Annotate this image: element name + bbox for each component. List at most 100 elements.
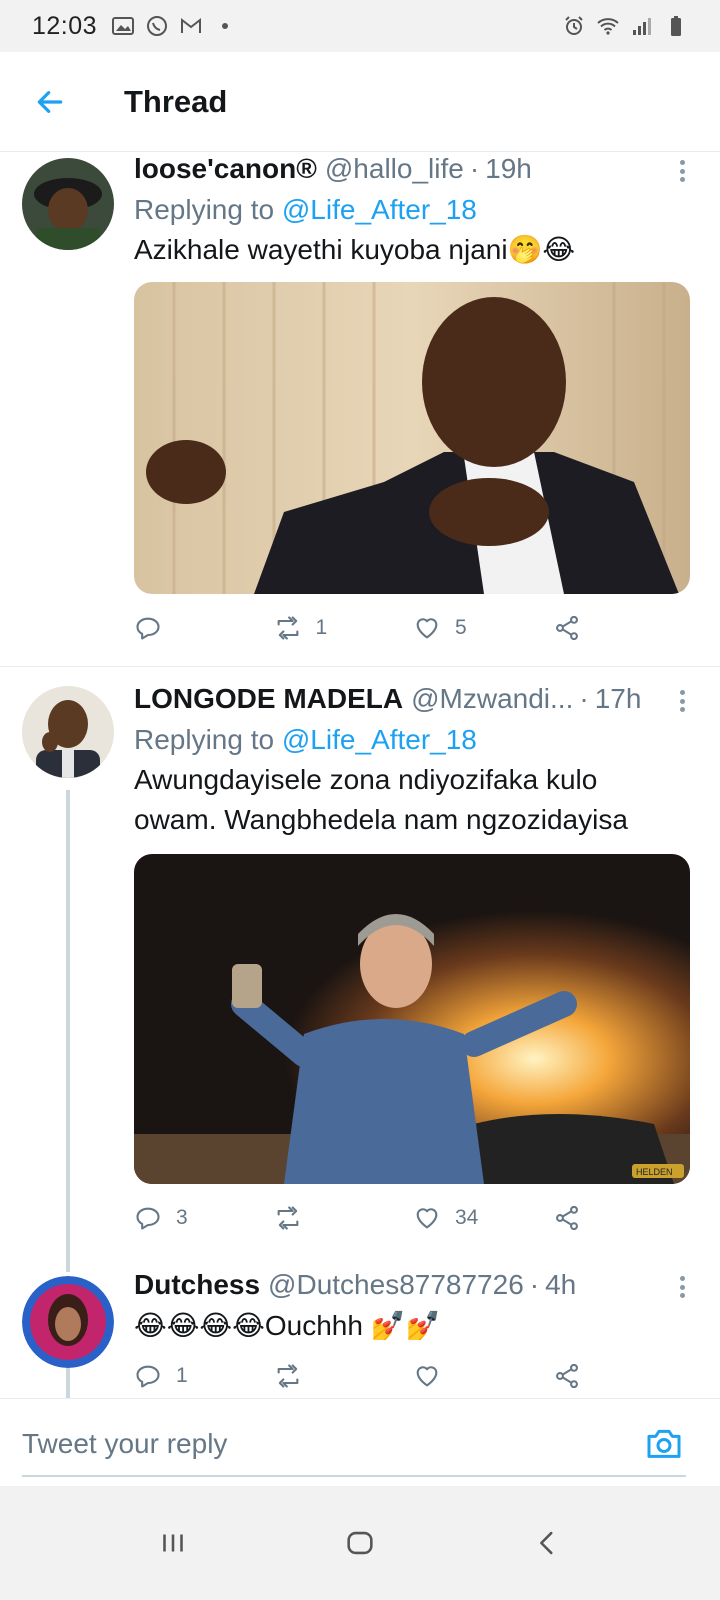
input-underline [22,1475,686,1477]
tweet-media[interactable]: HELDEN [134,854,690,1184]
replying-prefix: Replying to [134,194,275,225]
gmail-icon [181,17,202,33]
reply-icon [136,1207,160,1230]
camera-icon[interactable] [644,1423,684,1463]
tweet-actions: 3 34 [134,1198,692,1238]
tweet-media[interactable] [134,282,690,594]
tweet-time: 4h [545,1269,577,1300]
share-icon [555,1363,578,1389]
reply-button[interactable] [134,614,274,642]
user-handle[interactable]: @Dutches87787726 [268,1268,524,1302]
retweet-icon [277,616,298,640]
tweet-time: 17h [594,683,642,714]
home-button[interactable] [320,1503,400,1583]
retweet-button[interactable]: 1 [274,614,414,642]
tweet-header: Dutchess @Dutches87787726 · 4h [134,1268,692,1306]
tweet-actions: 1 [134,1356,692,1396]
photo-man-gesturing [134,282,690,594]
recents-button[interactable] [133,1503,213,1583]
more-options-icon[interactable] [672,156,692,186]
wifi-icon [597,18,619,35]
tweet-time: 19h [485,153,532,184]
avatar[interactable] [22,158,114,250]
gallery-icon [112,17,135,35]
like-button[interactable] [413,1362,553,1390]
retweet-button[interactable] [274,1362,414,1390]
dot-icon [222,23,229,29]
recents-icon [163,1534,184,1552]
status-bar: 12:03 [0,0,720,52]
like-button[interactable]: 34 [413,1204,553,1232]
share-button[interactable] [553,1362,693,1390]
reply-count: 1 [176,1364,188,1387]
tweet-header: LONGODE MADELA @Mzwandi... · 17h [134,682,692,720]
user-handle[interactable]: @Mzwandi... [411,682,573,716]
avatar[interactable] [22,1276,114,1368]
retweet-icon [277,1206,298,1230]
avatar-image [22,686,114,778]
tweet-2[interactable]: LONGODE MADELA @Mzwandi... · 17h Replyin… [0,682,720,1262]
alarm-icon [565,16,583,35]
watermark: HELDEN [636,1167,673,1177]
user-handle[interactable]: @hallo_life [325,152,464,186]
tweet-text-line-2: owam. Wangbhedela nam ngzozidayisa [134,804,628,835]
tweet-text: 😂😂😂😂Ouchhh 💅💅 [134,1310,441,1341]
heart-icon [416,1208,438,1229]
display-name[interactable]: Dutchess [134,1268,260,1302]
photo-man-fire: HELDEN [134,854,690,1184]
whatsapp-icon [147,16,168,36]
tweet-text: Azikhale wayethi kuyoba njani🤭😂 [134,234,576,265]
separator: · [579,683,589,714]
avatar[interactable] [22,686,114,778]
like-count: 5 [455,616,467,639]
more-options-icon[interactable] [672,686,692,716]
thread-header: Thread [0,52,720,152]
tweet-actions: 1 5 [134,608,692,648]
avatar-image [22,1276,114,1368]
home-icon [347,1531,373,1555]
display-name[interactable]: LONGODE MADELA [134,682,403,716]
heart-icon [416,618,438,639]
page-title: Thread [124,83,228,119]
nav-back-button[interactable] [507,1503,587,1583]
reply-icon [136,617,160,640]
back-icon [539,1531,553,1555]
reply-input[interactable] [22,1417,632,1471]
replying-to: Replying to @Life_After_18 [134,720,692,760]
replying-to-link[interactable]: @Life_After_18 [282,724,477,755]
share-button[interactable] [553,614,693,642]
back-button[interactable] [0,52,100,152]
replying-to: Replying to @Life_After_18 [134,190,692,230]
system-nav-bar [0,1486,720,1600]
reply-composer [0,1398,720,1486]
tweet-text-line-1: Awungdayisele zona ndiyozifaka kulo [134,764,598,795]
like-count: 34 [455,1206,479,1229]
arrow-left-icon [37,90,63,113]
tweet-header: loose'canon® @hallo_life · 19h [134,152,692,190]
reply-count: 3 [176,1206,188,1229]
like-button[interactable]: 5 [413,614,553,642]
signal-icon [633,18,651,35]
share-icon [555,615,578,641]
retweet-icon [277,1364,298,1388]
divider [0,666,720,667]
reply-icon [136,1365,160,1388]
separator: · [529,1269,540,1300]
reply-button[interactable]: 3 [134,1204,274,1232]
share-icon [555,1205,578,1231]
avatar-image [22,158,114,250]
tweet-1[interactable]: loose'canon® @hallo_life · 19h Replying … [0,152,720,666]
display-name[interactable]: loose'canon® [134,152,317,186]
more-options-icon[interactable] [672,1272,692,1302]
retweet-count: 1 [315,616,328,639]
share-button[interactable] [553,1204,693,1232]
battery-icon [671,16,681,36]
replying-prefix: Replying to [134,724,275,755]
tweet-3[interactable]: Dutchess @Dutches87787726 · 4h 😂😂😂😂Ouchh… [0,1268,720,1398]
status-time: 12:03 [32,11,98,40]
retweet-button[interactable] [274,1204,414,1232]
reply-button[interactable]: 1 [134,1362,274,1390]
separator: · [469,153,480,184]
replying-to-link[interactable]: @Life_After_18 [282,194,477,225]
heart-icon [416,1366,438,1387]
